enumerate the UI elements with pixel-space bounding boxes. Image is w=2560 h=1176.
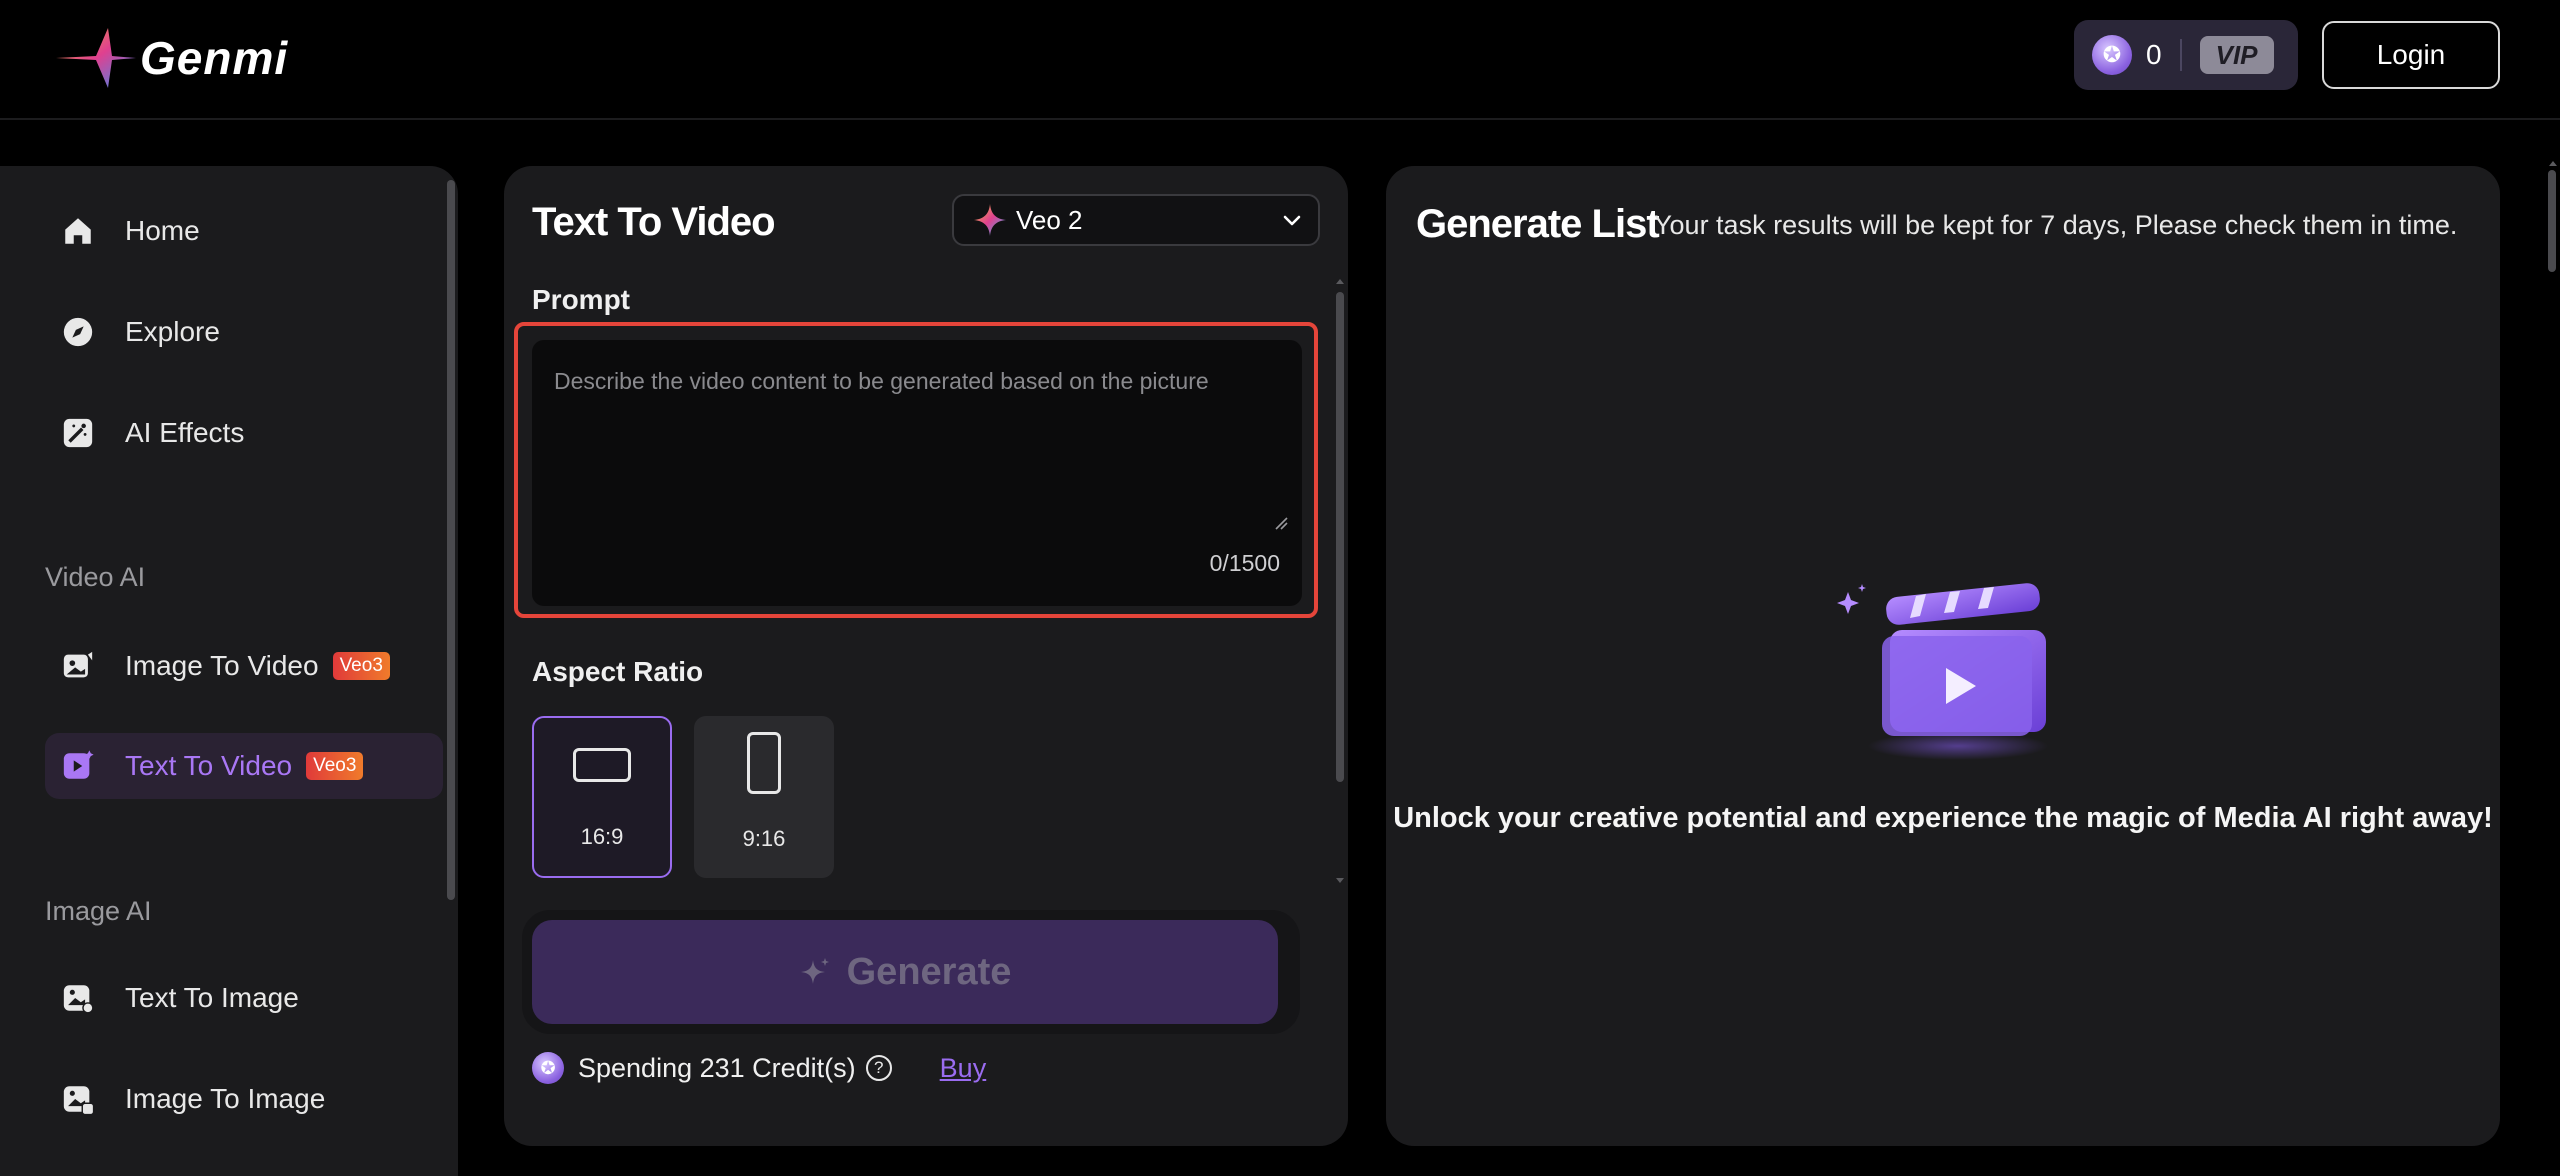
panel-title: Text To Video (532, 200, 776, 244)
brand-logo[interactable]: Genmi (56, 28, 288, 88)
page-scrollbar[interactable] (2548, 170, 2556, 272)
magic-wand-icon (61, 416, 95, 450)
sidebar-item-label: Text To Image (125, 982, 299, 1013)
sparkle-icon (800, 958, 829, 984)
model-select[interactable]: Veo 2 (952, 194, 1320, 246)
sidebar-item-label: Image To Video (125, 650, 319, 681)
buy-link[interactable]: Buy (940, 1053, 987, 1084)
sidebar-item-text-to-image[interactable]: Text To Image (45, 965, 443, 1031)
landscape-ratio-icon (573, 748, 631, 782)
gemini-sparkle-icon (974, 204, 1006, 236)
image-video-icon (61, 649, 95, 683)
spending-row: ✪ Spending 231 Credit(s) ? Buy (532, 1048, 986, 1088)
veo3-badge: Veo3 (306, 752, 364, 780)
text-image-icon (61, 981, 95, 1015)
chevron-down-icon (1283, 215, 1301, 226)
model-label: Veo 2 (1016, 204, 1083, 235)
ratio-label: 9:16 (742, 826, 786, 851)
pill-divider (2179, 39, 2182, 71)
ratio-label: 16:9 (580, 824, 624, 849)
sidebar-item-label: Home (125, 215, 200, 246)
login-button[interactable]: Login (2322, 21, 2500, 89)
sidebar-item-image-to-image[interactable]: Image To Image (45, 1066, 443, 1132)
results-title: Generate List (1416, 202, 1660, 246)
results-subtitle: Your task results will be kept for 7 day… (1654, 210, 2458, 240)
sidebar-item-label: AI Effects (125, 417, 245, 448)
empty-state-message: Unlock your creative potential and exper… (1393, 802, 2493, 834)
sidebar-item-text-to-video[interactable]: Text To Video Veo3 (45, 733, 443, 799)
spending-text: Spending 231 Credit(s) (578, 1052, 856, 1083)
section-title-video-ai: Video AI (45, 562, 146, 592)
credits-pill[interactable]: ✪ 0 VIP (2074, 20, 2298, 90)
vip-badge[interactable]: VIP (2199, 36, 2274, 74)
top-header: Genmi ✪ 0 VIP Login (0, 0, 2560, 120)
generate-button-wrap: Generate (522, 910, 1300, 1034)
sidebar-item-label: Image To Image (125, 1083, 326, 1114)
ratio-option-16-9[interactable]: 16:9 (532, 716, 672, 878)
page-scroll-up-arrow-icon[interactable] (2547, 158, 2559, 168)
generate-button[interactable]: Generate (532, 920, 1278, 1024)
sidebar-item-explore[interactable]: Explore (45, 299, 443, 365)
sidebar-item-label: Explore (125, 316, 220, 347)
sparkle-logo-icon (56, 28, 136, 88)
veo3-badge: Veo3 (332, 652, 390, 680)
generator-panel: Text To Video Veo 2 Prompt 0/1500 Aspect… (504, 166, 1348, 1146)
sidebar-item-image-to-video[interactable]: Image To Video Veo3 (45, 633, 443, 699)
compass-icon (61, 315, 95, 349)
help-icon[interactable]: ? (865, 1055, 892, 1081)
home-icon (61, 214, 95, 248)
brand-name: Genmi (140, 32, 289, 84)
credits-count: 0 (2146, 39, 2162, 70)
generate-label: Generate (846, 950, 1012, 993)
prompt-highlight-frame (514, 322, 1318, 618)
clapperboard-illustration-icon (1837, 583, 2048, 760)
scroll-down-arrow-icon[interactable] (1334, 876, 1346, 886)
panel-scrollbar[interactable] (1336, 292, 1344, 782)
sidebar-item-home[interactable]: Home (45, 198, 443, 264)
sidebar-item-ai-effects[interactable]: AI Effects (45, 400, 443, 466)
credit-coin-icon: ✪ (2092, 35, 2132, 75)
sidebar-item-label: Text To Video (125, 750, 293, 781)
portrait-ratio-icon (747, 732, 781, 794)
image-image-icon (61, 1082, 95, 1116)
prompt-label: Prompt (532, 284, 630, 315)
scroll-up-arrow-icon[interactable] (1334, 276, 1346, 286)
results-panel: Generate List Your task results will be … (1386, 166, 2500, 1146)
sidebar-scrollbar[interactable] (447, 180, 455, 900)
ratio-option-9-16[interactable]: 9:16 (694, 716, 834, 878)
aspect-ratio-label: Aspect Ratio (532, 656, 704, 687)
play-sparkle-icon (61, 749, 95, 783)
sidebar: Home Explore AI Effects Video AI Image T… (0, 166, 458, 1176)
section-title-image-ai: Image AI (45, 896, 152, 926)
credit-coin-icon: ✪ (532, 1052, 564, 1084)
